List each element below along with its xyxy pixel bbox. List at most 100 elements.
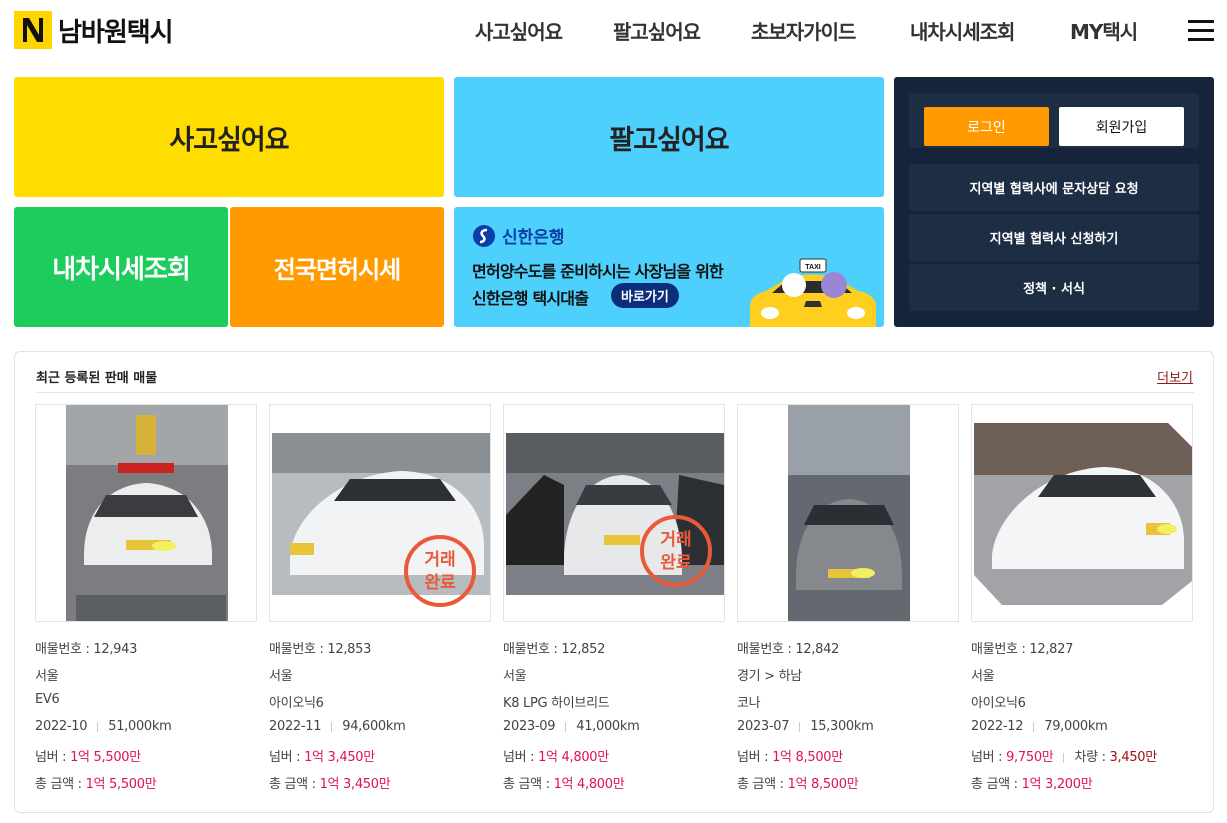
shinhan-logo-icon: [473, 224, 495, 247]
listing-date: 2022-12: [971, 719, 1024, 734]
bank-name: 신한은행: [502, 228, 565, 248]
listing-km: 79,000km: [1044, 719, 1108, 734]
tile-license-price[interactable]: 전국면허시세: [230, 207, 444, 327]
listing-region: 서울: [269, 669, 293, 684]
total-label: 총 금액 :: [35, 777, 86, 792]
nav-buy[interactable]: 사고싶어요: [475, 16, 563, 45]
numbar-price: 9,750만: [1006, 750, 1054, 765]
listing-total: 총 금액 : 1억 3,200만: [971, 773, 1093, 792]
sold-stamp-text: 거래: [424, 550, 455, 570]
bank-logo: 신한은행: [472, 223, 565, 248]
listing-model: 코나: [737, 696, 761, 711]
listing-date: 2022-11: [269, 719, 322, 734]
listing-km: 41,000km: [576, 719, 640, 734]
sold-stamp-text: 완료: [424, 573, 456, 593]
login-button[interactable]: 로그인: [924, 107, 1049, 146]
listing-year-km: 2022-11 94,600km: [269, 719, 406, 734]
listing-year-km: 2022-12 79,000km: [971, 719, 1108, 734]
listing-model: EV6: [35, 692, 60, 707]
listing-card[interactable]: 거래 완료 매물번호 : 12,853 서울 아이오닉6 2022-11 94,6…: [269, 404, 491, 792]
taxi-sign-text: TAXI: [805, 264, 820, 271]
listing-card[interactable]: 매물번호 : 12,827 서울 아이오닉6 2022-12 79,000km 넘…: [971, 404, 1193, 792]
shinhan-loan-banner[interactable]: 신한은행 면허양수도를 준비하시는 사장님을 위한 신한은행 택시대출 바로가기…: [454, 207, 884, 327]
car-price: 3,450만: [1109, 750, 1158, 765]
listing-total: 총 금액 : 1억 8,500만: [737, 773, 859, 792]
site-logo[interactable]: 남바원택시: [14, 11, 174, 49]
total-label: 총 금액 :: [971, 777, 1022, 792]
car-photo[interactable]: [35, 404, 257, 622]
nav-price-check[interactable]: 내차시세조회: [910, 16, 1015, 45]
numbar-price: 1억 5,500만: [70, 750, 141, 765]
listing-year-km: 2023-07 15,300km: [737, 719, 874, 734]
numbar-label: 넘버 :: [971, 750, 1007, 765]
tile-sell[interactable]: 팔고싶어요: [454, 77, 884, 197]
total-price: 1억 3,200만: [1021, 777, 1093, 792]
listing-numbar: 넘버 : 1억 5,500만: [35, 746, 141, 765]
sold-stamp-text: 완료: [660, 553, 692, 573]
listing-region: 경기 > 하남: [737, 669, 802, 684]
banner-text-line2: 신한은행 택시대출: [472, 289, 589, 308]
listing-model: K8 LPG 하이브리드: [503, 696, 610, 711]
listing-number: 매물번호 : 12,853: [269, 642, 372, 657]
divider: [36, 392, 1194, 393]
total-label: 총 금액 :: [503, 777, 554, 792]
banner-text-line1: 면허양수도를 준비하시는 사장님을 위한: [472, 262, 724, 281]
member-panel: 로그인 회원가입 지역별 협력사에 문자상담 요청 지역별 협력사 신청하기 정…: [894, 77, 1214, 327]
listing-number: 매물번호 : 12,842: [737, 642, 840, 657]
total-price: 1억 8,500만: [787, 777, 859, 792]
nav-sell[interactable]: 팔고싶어요: [613, 16, 701, 45]
listing-date: 2023-09: [503, 719, 556, 734]
listing-numbar: 넘버 : 1억 8,500만: [737, 746, 843, 765]
car-photo[interactable]: [737, 404, 959, 622]
car-price-label: 차량 :: [1074, 750, 1110, 765]
car-photo[interactable]: [971, 404, 1193, 622]
numbar-label: 넘버 :: [737, 750, 773, 765]
listing-model: 아이오닉6: [269, 696, 324, 711]
nav-my-taxi[interactable]: MY택시: [1070, 16, 1138, 45]
listing-total: 총 금액 : 1억 4,800만: [503, 773, 625, 792]
listing-numbar: 넘버 : 1억 4,800만: [503, 746, 609, 765]
numbar-label: 넘버 :: [35, 750, 71, 765]
total-price: 1억 3,450만: [319, 777, 391, 792]
total-price: 1억 4,800만: [553, 777, 625, 792]
sms-consult-link[interactable]: 지역별 협력사에 문자상담 요청: [909, 164, 1199, 211]
total-label: 총 금액 :: [269, 777, 320, 792]
more-link[interactable]: 더보기: [1157, 367, 1193, 386]
numbar-price: 1억 4,800만: [538, 750, 609, 765]
car-photo[interactable]: 거래 완료: [269, 404, 491, 622]
join-button[interactable]: 회원가입: [1059, 107, 1184, 146]
listing-model: 아이오닉6: [971, 696, 1026, 711]
banner-go-button[interactable]: 바로가기: [611, 283, 679, 308]
numbar-price: 1억 8,500만: [772, 750, 843, 765]
total-label: 총 금액 :: [737, 777, 788, 792]
logo-mark-icon: [14, 11, 52, 49]
numbar-price: 1억 3,450만: [304, 750, 375, 765]
listing-number: 매물번호 : 12,827: [971, 642, 1074, 657]
listing-year-km: 2023-09 41,000km: [503, 719, 640, 734]
menu-icon[interactable]: [1188, 20, 1214, 42]
listing-title: 최근 등록된 판매 매물: [36, 371, 158, 386]
tile-price-check[interactable]: 내차시세조회: [14, 207, 228, 327]
listing-km: 15,300km: [810, 719, 874, 734]
tile-buy[interactable]: 사고싶어요: [14, 77, 444, 197]
listing-card[interactable]: 매물번호 : 12,943 서울 EV6 2022-10 51,000km 넘버 …: [35, 404, 257, 792]
site-header: 남바원택시 사고싶어요 팔고싶어요 초보자가이드 내차시세조회 MY택시: [0, 0, 1227, 64]
listing-total: 총 금액 : 1억 3,450만: [269, 773, 391, 792]
listing-region: 서울: [35, 669, 59, 684]
listing-year-km: 2022-10 51,000km: [35, 719, 172, 734]
listing-km: 94,600km: [342, 719, 406, 734]
sold-stamp-text: 거래: [660, 530, 691, 550]
taxi-illustration-icon: TAXI: [750, 258, 876, 327]
listing-card[interactable]: 거래 완료 매물번호 : 12,852 서울 K8 LPG 하이브리드 2023…: [503, 404, 725, 792]
listing-card[interactable]: 매물번호 : 12,842 경기 > 하남 코나 2023-07 15,300km…: [737, 404, 959, 792]
recent-listings: 최근 등록된 판매 매물 더보기 매물번호 : 12,943 서울 EV6 20…: [14, 351, 1214, 813]
policy-forms-link[interactable]: 정책 · 서식: [909, 264, 1199, 311]
total-price: 1억 5,500만: [85, 777, 157, 792]
numbar-label: 넘버 :: [269, 750, 305, 765]
nav-guide[interactable]: 초보자가이드: [751, 16, 856, 45]
car-photo[interactable]: 거래 완료: [503, 404, 725, 622]
listing-region: 서울: [503, 669, 527, 684]
partner-apply-link[interactable]: 지역별 협력사 신청하기: [909, 214, 1199, 261]
listing-total: 총 금액 : 1억 5,500만: [35, 773, 157, 792]
listing-date: 2023-07: [737, 719, 790, 734]
